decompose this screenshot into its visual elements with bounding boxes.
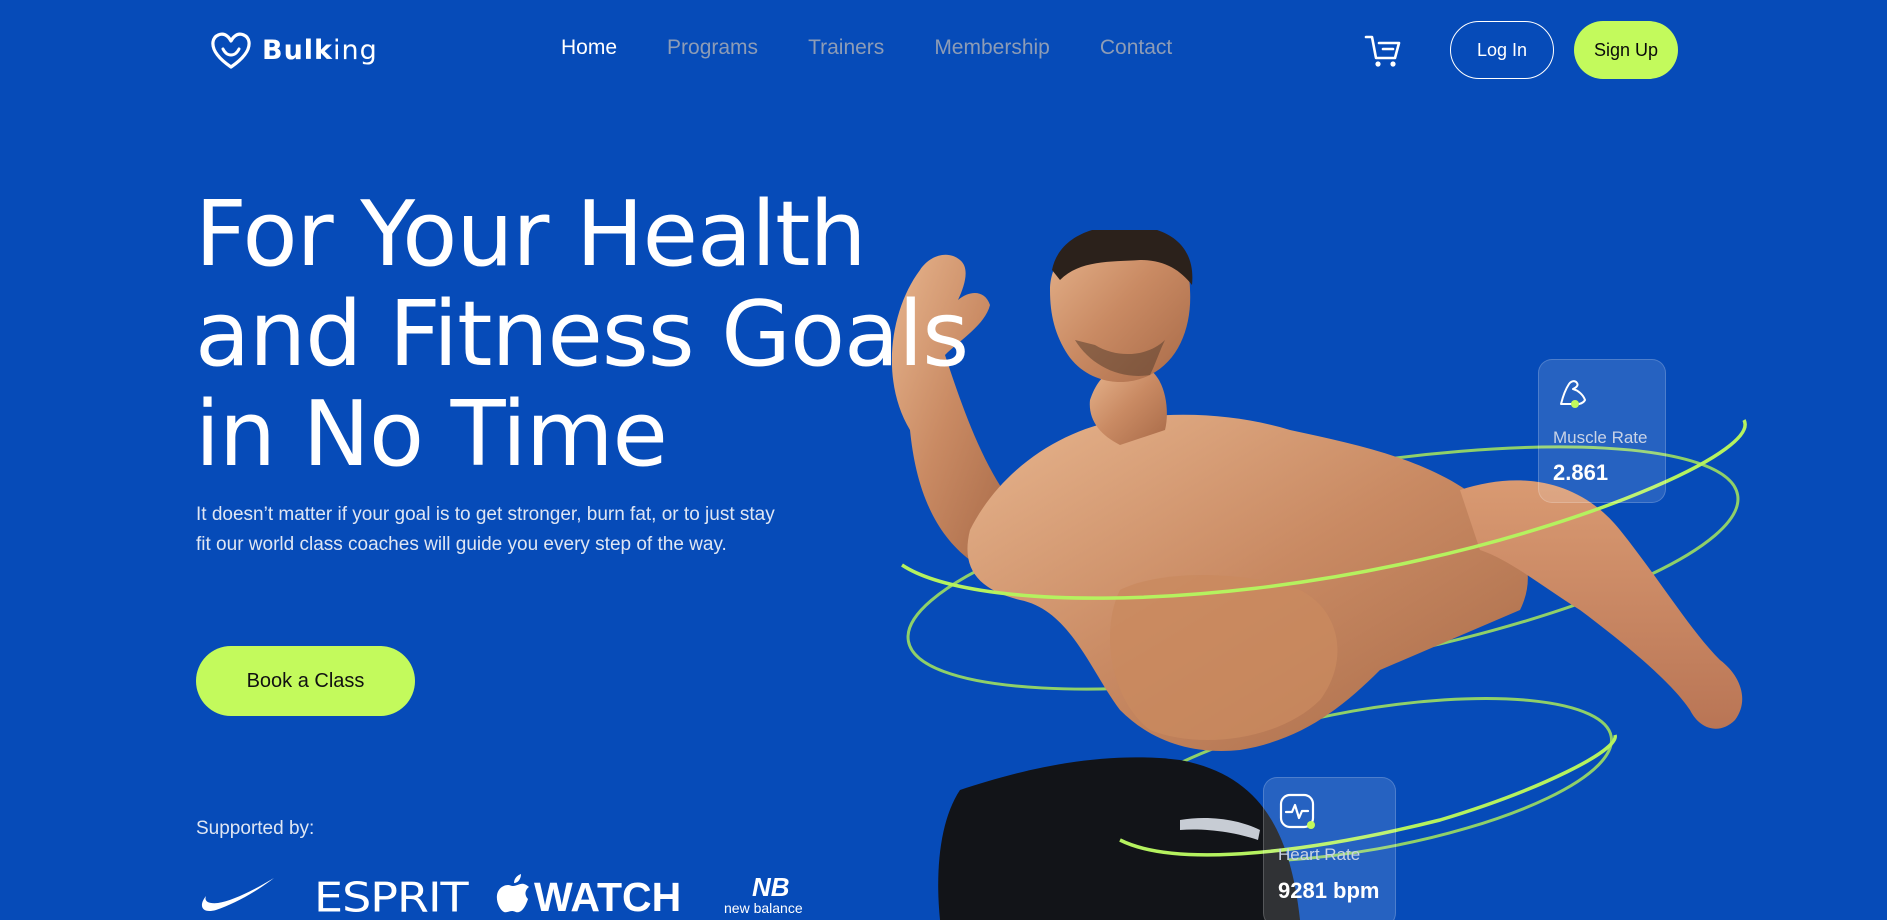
esprit-logo: ESPRIT (314, 872, 469, 920)
brand-name: Bulking (262, 34, 378, 66)
heart-rate-value: 9281 bpm (1278, 878, 1380, 903)
heart-outline-icon (211, 32, 251, 69)
hero-title-line-3: in No Time (195, 382, 668, 487)
apple-watch-logo: WATCH (496, 874, 681, 920)
nav-link-trainers[interactable]: Trainers (808, 36, 884, 60)
heart-pulse-icon (1279, 793, 1315, 829)
hero-title: For Your Health and Fitness Goals in No … (195, 182, 969, 487)
hero-description: It doesn’t matter if your goal is to get… (196, 504, 775, 555)
brand-logo[interactable]: Bulking (210, 30, 378, 70)
nav-link-programs[interactable]: Programs (667, 36, 758, 60)
landing-page: Bulking Home Programs Trainers Membershi… (0, 0, 1887, 920)
muscle-rate-card: Muscle Rate 2.861 (1538, 359, 1666, 503)
nav-link-membership[interactable]: Membership (934, 36, 1050, 60)
muscle-rate-value: 2.861 (1553, 460, 1609, 485)
new-balance-text: new balance (724, 900, 803, 916)
nav-link-home[interactable]: Home (561, 36, 617, 60)
nike-swoosh-logo (201, 878, 274, 912)
muscle-rate-label: Muscle Rate (1553, 428, 1648, 447)
heart-rate-card: Heart Rate 9281 bpm (1263, 777, 1396, 920)
nav-links: Home Programs Trainers Membership Contac… (561, 36, 1172, 60)
book-class-button[interactable]: Book a Class (196, 646, 415, 716)
apple-logo-icon (496, 874, 529, 913)
nav-link-contact[interactable]: Contact (1100, 36, 1172, 60)
watch-text: WATCH (534, 874, 682, 920)
heart-rate-label: Heart Rate (1278, 845, 1361, 864)
hero-title-line-1: For Your Health (195, 182, 867, 287)
signup-button[interactable]: Sign Up (1574, 21, 1678, 79)
nb-monogram: NB (752, 872, 790, 902)
flexed-arm-icon (1560, 380, 1586, 408)
supported-by-label: Supported by: (196, 818, 315, 839)
login-button[interactable]: Log In (1450, 21, 1554, 79)
hero-title-line-2: and Fitness Goals (195, 282, 969, 387)
shopping-cart-icon[interactable] (1364, 33, 1402, 69)
top-navigation: Bulking Home Programs Trainers Membershi… (0, 0, 1887, 100)
new-balance-logo: NB new balance (724, 872, 814, 920)
